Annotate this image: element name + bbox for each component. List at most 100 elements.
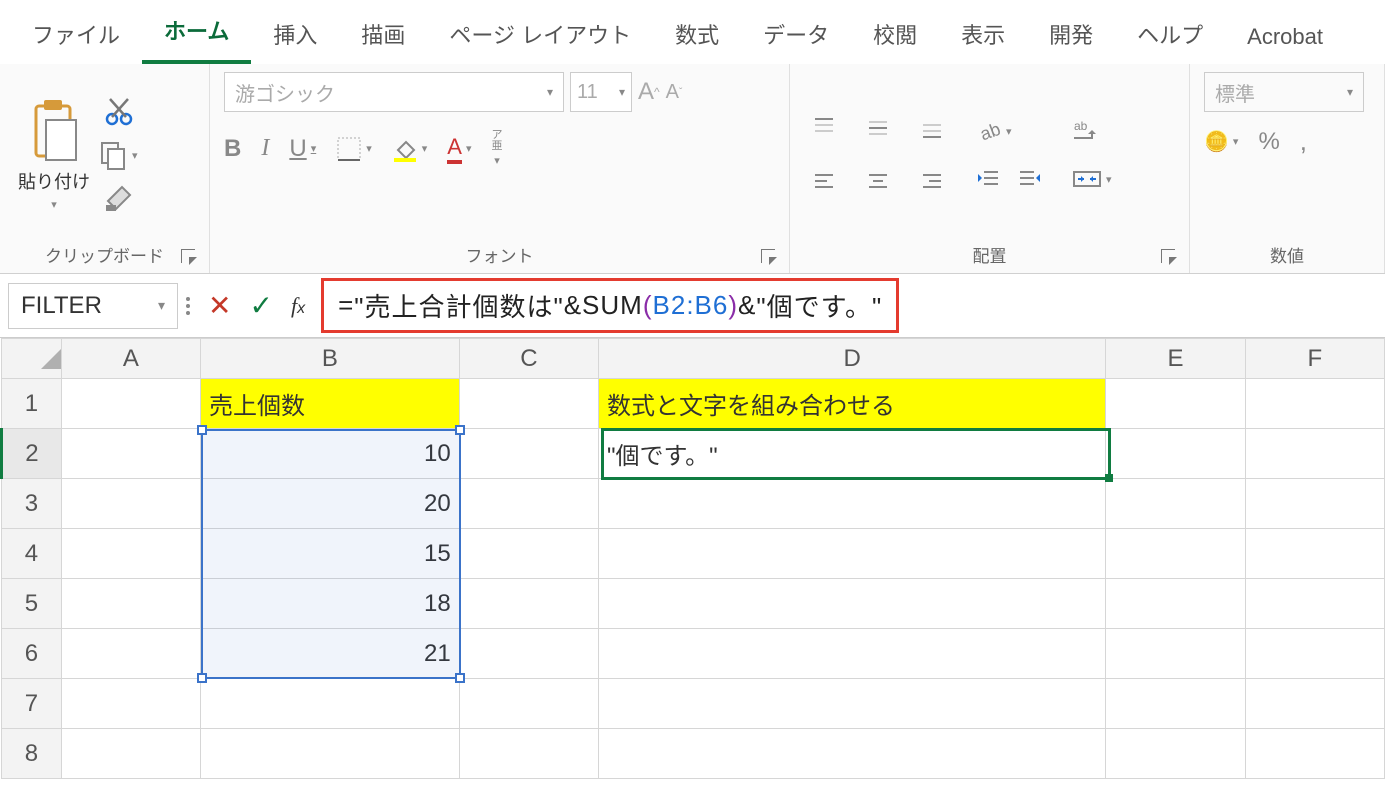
row-header-5[interactable]: 5 bbox=[2, 579, 62, 629]
cell-E5[interactable] bbox=[1106, 579, 1245, 629]
formula-input[interactable]: = "売上合計個数は" &SUM ( B2:B6 ) & "個です。" bbox=[321, 278, 899, 333]
cell-F7[interactable] bbox=[1245, 679, 1384, 729]
cell-D2[interactable]: "個です。" bbox=[599, 429, 1106, 479]
italic-button[interactable]: I bbox=[261, 135, 269, 162]
cell-A7[interactable] bbox=[61, 679, 200, 729]
row-header-6[interactable]: 6 bbox=[2, 629, 62, 679]
cell-E2[interactable] bbox=[1106, 429, 1245, 479]
cell-E8[interactable] bbox=[1106, 729, 1245, 779]
tab-draw[interactable]: 描画 bbox=[339, 8, 427, 64]
align-bottom-button[interactable] bbox=[919, 115, 945, 141]
cell-A4[interactable] bbox=[61, 529, 200, 579]
format-painter-button[interactable] bbox=[104, 183, 134, 213]
cell-D7[interactable] bbox=[599, 679, 1106, 729]
row-header-2[interactable]: 2 bbox=[2, 429, 62, 479]
row-header-4[interactable]: 4 bbox=[2, 529, 62, 579]
cell-B7[interactable] bbox=[201, 679, 460, 729]
cell-F5[interactable] bbox=[1245, 579, 1384, 629]
clipboard-dialog-launcher[interactable] bbox=[181, 249, 195, 263]
row-header-7[interactable]: 7 bbox=[2, 679, 62, 729]
tab-help[interactable]: ヘルプ bbox=[1115, 8, 1225, 64]
cell-C7[interactable] bbox=[459, 679, 598, 729]
font-color-button[interactable]: A▾ bbox=[447, 134, 471, 164]
cell-A3[interactable] bbox=[61, 479, 200, 529]
cut-button[interactable] bbox=[104, 97, 134, 127]
tab-formulas[interactable]: 数式 bbox=[653, 8, 741, 64]
cell-C4[interactable] bbox=[459, 529, 598, 579]
cell-F4[interactable] bbox=[1245, 529, 1384, 579]
cell-F2[interactable] bbox=[1245, 429, 1384, 479]
cell-B3[interactable]: 20 bbox=[201, 479, 460, 529]
enter-button[interactable]: ✓ bbox=[249, 289, 272, 322]
decrease-indent-button[interactable] bbox=[976, 166, 1002, 192]
cell-C1[interactable] bbox=[459, 379, 598, 429]
cell-F1[interactable] bbox=[1245, 379, 1384, 429]
increase-indent-button[interactable] bbox=[1016, 166, 1042, 192]
cell-B2[interactable]: 10 bbox=[201, 429, 460, 479]
cell-F3[interactable] bbox=[1245, 479, 1384, 529]
tab-page-layout[interactable]: ページ レイアウト bbox=[427, 8, 653, 64]
cell-B8[interactable] bbox=[201, 729, 460, 779]
col-header-C[interactable]: C bbox=[459, 339, 598, 379]
cell-D3[interactable] bbox=[599, 479, 1106, 529]
copy-button[interactable]: ▾ bbox=[100, 141, 138, 169]
cell-A2[interactable] bbox=[61, 429, 200, 479]
select-all-corner[interactable] bbox=[2, 339, 62, 379]
cell-E6[interactable] bbox=[1106, 629, 1245, 679]
cell-B1[interactable]: 売上個数 bbox=[201, 379, 460, 429]
increase-font-size-button[interactable]: A^ bbox=[638, 78, 660, 106]
tab-acrobat[interactable]: Acrobat bbox=[1225, 14, 1345, 64]
tab-insert[interactable]: 挿入 bbox=[251, 8, 339, 64]
align-left-button[interactable] bbox=[811, 169, 837, 195]
worksheet[interactable]: A B C D E F 1 売上個数 数式と文字を組み合わせる 2 10 bbox=[0, 338, 1385, 779]
cell-A6[interactable] bbox=[61, 629, 200, 679]
cell-B6[interactable]: 21 bbox=[201, 629, 460, 679]
cell-A8[interactable] bbox=[61, 729, 200, 779]
accounting-format-button[interactable]: 🪙▾ bbox=[1204, 129, 1238, 154]
tab-file[interactable]: ファイル bbox=[10, 8, 142, 64]
col-header-F[interactable]: F bbox=[1245, 339, 1384, 379]
cell-C6[interactable] bbox=[459, 629, 598, 679]
cell-F8[interactable] bbox=[1245, 729, 1384, 779]
cell-B5[interactable]: 18 bbox=[201, 579, 460, 629]
alignment-dialog-launcher[interactable] bbox=[1161, 249, 1175, 263]
percent-format-button[interactable]: % bbox=[1258, 128, 1279, 156]
cancel-button[interactable]: ✕ bbox=[208, 289, 231, 322]
col-header-B[interactable]: B bbox=[201, 339, 460, 379]
fill-color-button[interactable]: ▾ bbox=[392, 136, 428, 162]
cell-D4[interactable] bbox=[599, 529, 1106, 579]
tab-data[interactable]: データ bbox=[741, 8, 851, 64]
cell-C2[interactable] bbox=[459, 429, 598, 479]
cell-C3[interactable] bbox=[459, 479, 598, 529]
cell-E3[interactable] bbox=[1106, 479, 1245, 529]
cell-D5[interactable] bbox=[599, 579, 1106, 629]
underline-button[interactable]: U▾ bbox=[289, 135, 316, 163]
col-header-D[interactable]: D bbox=[599, 339, 1106, 379]
comma-format-button[interactable]: , bbox=[1300, 126, 1307, 157]
wrap-text-button[interactable]: ab bbox=[1072, 118, 1112, 144]
row-header-1[interactable]: 1 bbox=[2, 379, 62, 429]
phonetic-button[interactable]: ア 亜▾ bbox=[492, 130, 503, 167]
cell-F6[interactable] bbox=[1245, 629, 1384, 679]
cell-E7[interactable] bbox=[1106, 679, 1245, 729]
cell-E4[interactable] bbox=[1106, 529, 1245, 579]
cell-C5[interactable] bbox=[459, 579, 598, 629]
cell-A5[interactable] bbox=[61, 579, 200, 629]
align-center-button[interactable] bbox=[865, 169, 891, 195]
insert-function-button[interactable]: fx bbox=[291, 293, 305, 319]
cell-D1[interactable]: 数式と文字を組み合わせる bbox=[599, 379, 1106, 429]
cell-D6[interactable] bbox=[599, 629, 1106, 679]
row-header-8[interactable]: 8 bbox=[2, 729, 62, 779]
row-header-3[interactable]: 3 bbox=[2, 479, 62, 529]
tab-review[interactable]: 校閲 bbox=[851, 8, 939, 64]
align-right-button[interactable] bbox=[919, 169, 945, 195]
font-name-select[interactable]: 游ゴシック▾ bbox=[224, 72, 564, 112]
cell-B4[interactable]: 15 bbox=[201, 529, 460, 579]
decrease-font-size-button[interactable]: Aˇ bbox=[666, 81, 683, 104]
font-dialog-launcher[interactable] bbox=[761, 249, 775, 263]
align-middle-button[interactable] bbox=[865, 115, 891, 141]
col-header-E[interactable]: E bbox=[1106, 339, 1245, 379]
name-box[interactable]: FILTER ▾ bbox=[8, 283, 178, 329]
align-top-button[interactable] bbox=[811, 115, 837, 141]
number-format-select[interactable]: 標準▾ bbox=[1204, 72, 1364, 112]
